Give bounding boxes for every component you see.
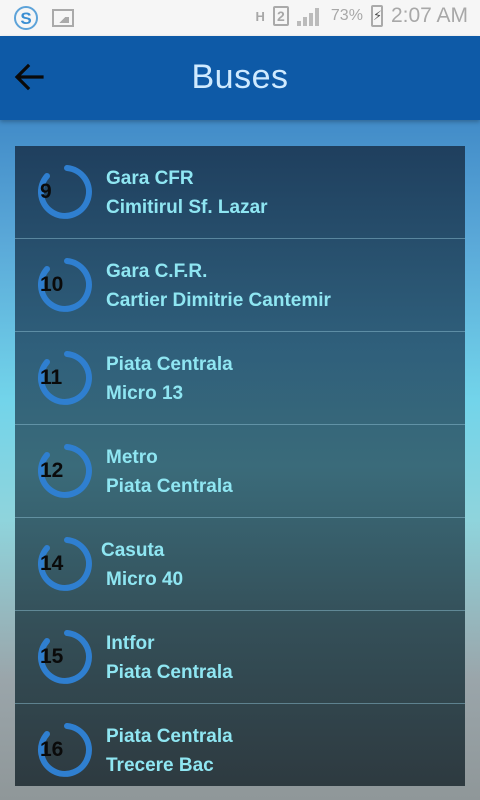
battery-charging-icon: ⚡ [370,5,383,27]
route-from: Intfor [106,633,155,654]
route-badge: 14 [34,534,94,594]
status-bar: S H 2 73% ⚡ 2:07 AM [0,0,480,36]
route-number: 16 [40,738,64,761]
route-from: Gara C.F.R. [106,261,208,282]
list-item[interactable]: 12 Metro Piata Centrala [15,425,465,518]
clock: 2:07 AM [390,4,468,27]
signal-icon [296,6,323,26]
route-number: 11 [40,366,63,389]
network-type-label: H [255,8,265,24]
battery-percent: 73% [330,7,363,24]
route-to: Micro 13 [106,383,184,404]
route-from: Piata Centrala [106,726,233,747]
list-item[interactable]: 15 Intfor Piata Centrala [15,611,465,704]
app-s-icon: S [14,6,38,30]
bus-route-list: 9 Gara CFR Cimitirul Sf. Lazar 10 Gara C… [15,146,465,786]
route-badge: 16 [34,720,94,780]
route-to: Trecere Bac [106,755,214,776]
image-icon [52,9,74,27]
route-badge: 9 [34,162,94,222]
route-to: Cimitirul Sf. Lazar [106,197,268,218]
route-to: Cartier Dimitrie Cantemir [106,290,331,311]
list-item[interactable]: 9 Gara CFR Cimitirul Sf. Lazar [15,146,465,239]
route-number: 9 [40,180,52,203]
route-to: Piata Centrala [106,476,233,497]
list-item[interactable]: 10 Gara C.F.R. Cartier Dimitrie Cantemir [15,239,465,332]
route-badge: 11 [34,348,94,408]
route-to: Micro 40 [106,569,184,590]
route-number: 15 [40,645,64,668]
list-item[interactable]: 11 Piata Centrala Micro 13 [15,332,465,425]
route-number: 12 [40,459,64,482]
sim-slot-icon: 2 [272,6,289,26]
route-to: Piata Centrala [106,662,233,683]
route-from: Casuta [101,540,165,561]
route-from: Piata Centrala [106,354,233,375]
list-item[interactable]: 14 Casuta Micro 40 [15,518,465,611]
route-badge: 12 [34,441,94,501]
app-bar: Buses [0,36,480,120]
route-from: Metro [106,447,158,468]
route-from: Gara CFR [106,168,194,189]
route-number: 10 [40,273,64,296]
route-badge: 10 [34,255,94,315]
route-number: 14 [40,552,64,575]
list-item[interactable]: 16 Piata Centrala Trecere Bac [15,704,465,786]
route-badge: 15 [34,627,94,687]
page-title: Buses [191,58,289,96]
